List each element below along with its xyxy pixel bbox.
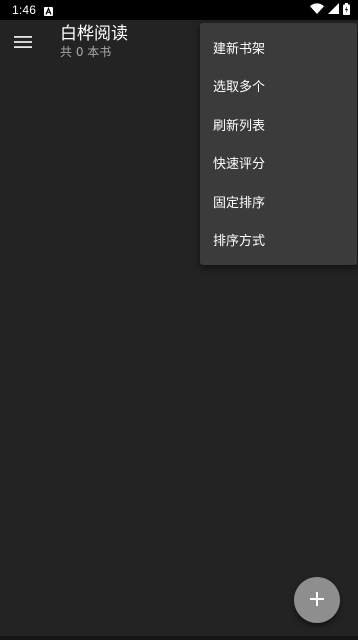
navigation-bar-edge (0, 636, 358, 640)
overflow-popup-menu: 建新书架 选取多个 刷新列表 快速评分 固定排序 排序方式 (200, 23, 357, 265)
screen: 1:46 白桦阅读 共 0 本书 建新书架 选取多个 刷新列表 快速评分 固定排… (0, 0, 358, 640)
menu-item-refresh-list[interactable]: 刷新列表 (200, 105, 357, 144)
menu-item-fixed-sort[interactable]: 固定排序 (200, 182, 357, 221)
menu-item-new-shelf[interactable]: 建新书架 (200, 28, 357, 67)
signal-icon (328, 3, 339, 17)
status-bar: 1:46 (0, 0, 358, 20)
battery-icon (343, 2, 350, 18)
menu-item-select-multiple[interactable]: 选取多个 (200, 67, 357, 106)
status-time: 1:46 (12, 3, 37, 17)
status-icons (310, 2, 350, 18)
wifi-icon (310, 3, 324, 17)
book-count-subtitle: 共 0 本书 (60, 45, 112, 59)
android-a-icon (44, 5, 53, 16)
add-book-button[interactable] (294, 577, 340, 623)
menu-item-quick-rating[interactable]: 快速评分 (200, 144, 357, 183)
app-title: 白桦阅读 (60, 24, 128, 44)
plus-icon (310, 591, 324, 610)
menu-item-sort-method[interactable]: 排序方式 (200, 221, 357, 260)
hamburger-menu-icon[interactable] (11, 30, 35, 54)
